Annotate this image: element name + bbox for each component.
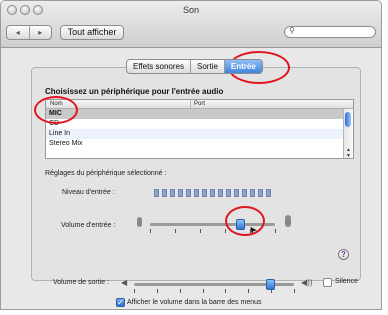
output-volume-tick [294, 289, 295, 293]
scroll-down-arrow-icon[interactable]: ▼ [344, 153, 353, 158]
mic-low-icon [137, 217, 142, 227]
input-volume-tick [200, 229, 201, 233]
input-volume-tick [175, 229, 176, 233]
title-bar: Son ◂ ▸ Tout afficher ⚲ [1, 1, 381, 48]
level-meter-segment [202, 189, 207, 197]
output-volume-tick [225, 289, 227, 293]
device-row-cd[interactable]: CD [46, 119, 353, 129]
tab-bar: Effets sonores Sortie Entrée [126, 59, 263, 74]
mute-label: Silence [335, 278, 358, 285]
table-header: Nom Port [46, 100, 353, 109]
tab-sound-effects[interactable]: Effets sonores [127, 60, 191, 73]
scrollbar-thumb[interactable] [345, 112, 351, 127]
level-meter-segment [170, 189, 175, 197]
level-meter-segment [250, 189, 255, 197]
level-meter-segment [258, 189, 263, 197]
output-volume-knob[interactable] [266, 279, 275, 290]
mic-high-icon [285, 215, 291, 227]
back-forward-buttons: ◂ ▸ [6, 25, 52, 40]
level-meter-segment [186, 189, 191, 197]
input-volume-tick [150, 229, 151, 233]
input-volume-tick [225, 229, 226, 233]
level-meter-segment [162, 189, 167, 197]
level-meter-segment [266, 189, 271, 197]
input-level-meter [154, 189, 271, 197]
sound-preferences-window: Son ◂ ▸ Tout afficher ⚲ Effets sonores S… [0, 0, 382, 310]
show-all-button[interactable]: Tout afficher [60, 25, 124, 40]
tab-output[interactable]: Sortie [191, 60, 225, 73]
input-device-heading: Choisissez un périphérique pour l'entrée… [45, 87, 224, 96]
level-meter-segment [194, 189, 199, 197]
help-button[interactable]: ? [338, 249, 349, 260]
table-scrollbar[interactable]: ▲ ▼ [343, 109, 353, 158]
level-meter-segment [178, 189, 183, 197]
input-panel: Choisissez un périphérique pour l'entrée… [31, 67, 361, 281]
device-row-line-in[interactable]: Line In [46, 129, 353, 139]
input-level-label: Niveau d'entrée : [62, 189, 115, 196]
mute-checkbox[interactable] [323, 278, 332, 287]
tab-input[interactable]: Entrée [224, 60, 262, 73]
window-title: Son [182, 5, 199, 15]
column-header-port[interactable]: Port [190, 100, 205, 108]
highlight-ring-mic-row [34, 96, 78, 124]
level-meter-segment [234, 189, 239, 197]
show-volume-in-menubar-label: Afficher le volume dans la barre des men… [127, 299, 262, 306]
output-volume-label: Volume de sortie : [53, 279, 110, 286]
level-meter-segment [242, 189, 247, 197]
output-volume-tick [179, 289, 181, 293]
forward-button[interactable]: ▸ [30, 26, 52, 39]
highlight-ring-input-volume [225, 206, 265, 236]
device-row-stereo-mix[interactable]: Stereo Mix [46, 139, 353, 149]
input-volume-tick [275, 229, 276, 233]
selected-device-settings-label: Réglages du périphérique sélectionné : [45, 170, 167, 177]
speaker-low-icon: ◀ [121, 278, 128, 287]
level-meter-segment [218, 189, 223, 197]
level-meter-segment [154, 189, 159, 197]
input-device-table: Nom Port MIC CD Line In Stereo Mix ▲ ▼ [45, 99, 354, 159]
device-row-mic[interactable]: MIC [46, 109, 353, 119]
output-volume-tick [202, 289, 204, 293]
input-volume-label: Volume d'entrée : [61, 222, 116, 229]
back-button[interactable]: ◂ [7, 26, 30, 39]
level-meter-segment [226, 189, 231, 197]
level-meter-segment [210, 189, 215, 197]
output-volume-tick [248, 289, 250, 293]
output-volume-tick [156, 289, 158, 293]
output-volume-tick [134, 289, 135, 293]
show-volume-in-menubar-checkbox[interactable]: ✓ [116, 298, 125, 307]
search-input[interactable]: ⚲ [284, 26, 376, 38]
speaker-high-icon: ◀)) [301, 278, 313, 287]
search-icon: ⚲ [289, 26, 295, 35]
